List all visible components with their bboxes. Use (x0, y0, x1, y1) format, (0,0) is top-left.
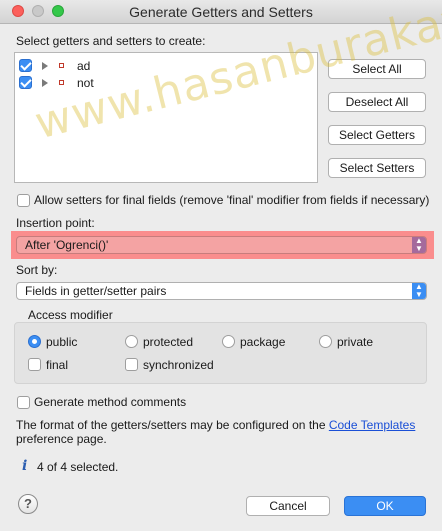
protected-label: protected (143, 335, 194, 349)
protected-radio[interactable] (125, 335, 138, 348)
generate-comments-label: Generate method comments (34, 395, 187, 409)
window-title: Generate Getters and Setters (129, 4, 313, 20)
package-radio[interactable] (222, 335, 235, 348)
field-ad-checkbox[interactable] (19, 59, 32, 72)
field-row-not[interactable]: not (15, 74, 317, 92)
expand-triangle-icon[interactable] (42, 62, 48, 70)
ok-button[interactable]: OK (344, 496, 426, 516)
generate-getters-setters-dialog: Generate Getters and Setters Select gett… (0, 0, 442, 531)
select-arrows-icon: ▲ ▼ (412, 237, 426, 253)
private-field-icon (59, 63, 64, 68)
cancel-button[interactable]: Cancel (246, 496, 330, 516)
select-getters-button[interactable]: Select Getters (328, 125, 426, 145)
insertion-point-value: After 'Ogrenci()' (25, 238, 109, 252)
package-label: package (240, 335, 286, 349)
field-name: ad (77, 59, 91, 73)
synchronized-label: synchronized (143, 358, 214, 372)
title-bar: Generate Getters and Setters (0, 0, 442, 24)
info-icon: i (22, 458, 28, 474)
selection-status: 4 of 4 selected. (37, 460, 119, 474)
field-row-ad[interactable]: ad (15, 57, 317, 75)
synchronized-checkbox[interactable] (125, 358, 138, 371)
select-getters-setters-label: Select getters and setters to create: (16, 34, 206, 48)
help-button[interactable]: ? (18, 494, 38, 514)
final-checkbox[interactable] (28, 358, 41, 371)
select-all-button[interactable]: Select All (328, 59, 426, 79)
insertion-point-select[interactable]: After 'Ogrenci()' ▲ ▼ (16, 236, 427, 254)
allow-setters-final-label: Allow setters for final fields (remove '… (34, 193, 430, 207)
deselect-all-button[interactable]: Deselect All (328, 92, 426, 112)
allow-setters-final-checkbox[interactable] (17, 194, 30, 207)
code-templates-link[interactable]: Code Templates (329, 418, 416, 432)
private-field-icon (59, 80, 64, 85)
final-label: final (46, 358, 69, 372)
insertion-point-label: Insertion point: (16, 216, 95, 230)
field-name: not (77, 76, 94, 90)
select-setters-button[interactable]: Select Setters (328, 158, 426, 178)
access-modifier-group: public protected package private final s… (14, 322, 427, 384)
access-modifier-label: Access modifier (28, 308, 113, 322)
fields-tree[interactable]: ad not (14, 52, 318, 183)
expand-triangle-icon[interactable] (42, 79, 48, 87)
sort-by-select[interactable]: Fields in getter/setter pairs ▲ ▼ (16, 282, 427, 300)
field-not-checkbox[interactable] (19, 76, 32, 89)
templates-info-text-2: preference page. (16, 432, 107, 446)
sort-by-label: Sort by: (16, 263, 58, 277)
private-radio[interactable] (319, 335, 332, 348)
generate-comments-checkbox[interactable] (17, 396, 30, 409)
sort-by-value: Fields in getter/setter pairs (25, 284, 167, 298)
templates-info-text: The format of the getters/setters may be… (16, 418, 416, 432)
public-label: public (46, 335, 78, 349)
private-label: private (337, 335, 374, 349)
public-radio[interactable] (28, 335, 41, 348)
select-arrows-icon: ▲ ▼ (412, 283, 426, 299)
